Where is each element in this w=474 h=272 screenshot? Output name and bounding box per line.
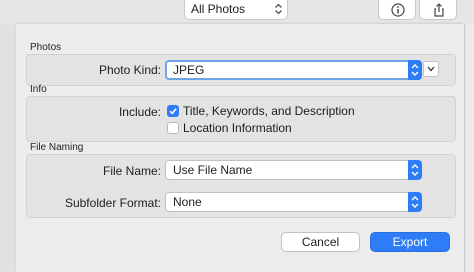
checkmark-icon bbox=[169, 108, 177, 115]
library-select-label: All Photos bbox=[191, 2, 246, 16]
photos-section-box: Photo Kind: JPEG bbox=[26, 54, 456, 86]
share-button[interactable] bbox=[419, 0, 457, 20]
file-name-select[interactable]: Use File Name bbox=[165, 160, 422, 180]
photo-kind-label: Photo Kind: bbox=[98, 63, 161, 77]
title-keywords-checkbox[interactable] bbox=[167, 105, 179, 117]
window-background bbox=[0, 24, 14, 272]
chevron-updown-icon bbox=[411, 164, 419, 176]
info-icon bbox=[391, 3, 405, 17]
subfolder-label: Subfolder Format: bbox=[64, 196, 161, 210]
title-keywords-label: Title, Keywords, and Description bbox=[183, 104, 355, 118]
photo-kind-select[interactable]: JPEG bbox=[165, 60, 422, 80]
file-name-label: File Name: bbox=[102, 164, 161, 178]
info-section-title: Info bbox=[30, 84, 47, 95]
photo-kind-stepper bbox=[408, 60, 422, 80]
photos-section-title: Photos bbox=[30, 42, 62, 53]
subfolder-value: None bbox=[173, 195, 202, 209]
subfolder-stepper bbox=[408, 192, 422, 212]
library-select[interactable]: All Photos bbox=[184, 0, 288, 20]
naming-section-title: File Naming bbox=[30, 142, 84, 153]
export-sheet: Photos Photo Kind: JPEG Info Include: Ti bbox=[16, 24, 464, 272]
cancel-button[interactable]: Cancel bbox=[281, 232, 360, 252]
file-name-stepper bbox=[408, 160, 422, 180]
export-button[interactable]: Export bbox=[370, 232, 450, 252]
chevron-updown-icon bbox=[411, 64, 419, 76]
chevron-down-icon bbox=[427, 66, 435, 72]
window-edge bbox=[464, 24, 474, 272]
chevron-updown-icon bbox=[411, 196, 419, 208]
chevron-updown-icon bbox=[275, 3, 282, 15]
window-toolbar: All Photos bbox=[0, 0, 474, 24]
photo-kind-value: JPEG bbox=[173, 63, 205, 77]
location-checkbox[interactable] bbox=[167, 122, 179, 134]
subfolder-select[interactable]: None bbox=[165, 192, 422, 212]
location-label: Location Information bbox=[183, 121, 292, 135]
include-label: Include: bbox=[118, 105, 161, 119]
naming-section-box: File Name: Use File Name Subfolder Forma… bbox=[26, 154, 456, 218]
info-section-box: Include: Title, Keywords, and Descriptio… bbox=[26, 96, 456, 142]
info-button[interactable] bbox=[378, 0, 416, 20]
details-disclosure-button[interactable] bbox=[423, 61, 439, 77]
share-icon bbox=[434, 3, 444, 17]
file-name-value: Use File Name bbox=[173, 163, 253, 177]
